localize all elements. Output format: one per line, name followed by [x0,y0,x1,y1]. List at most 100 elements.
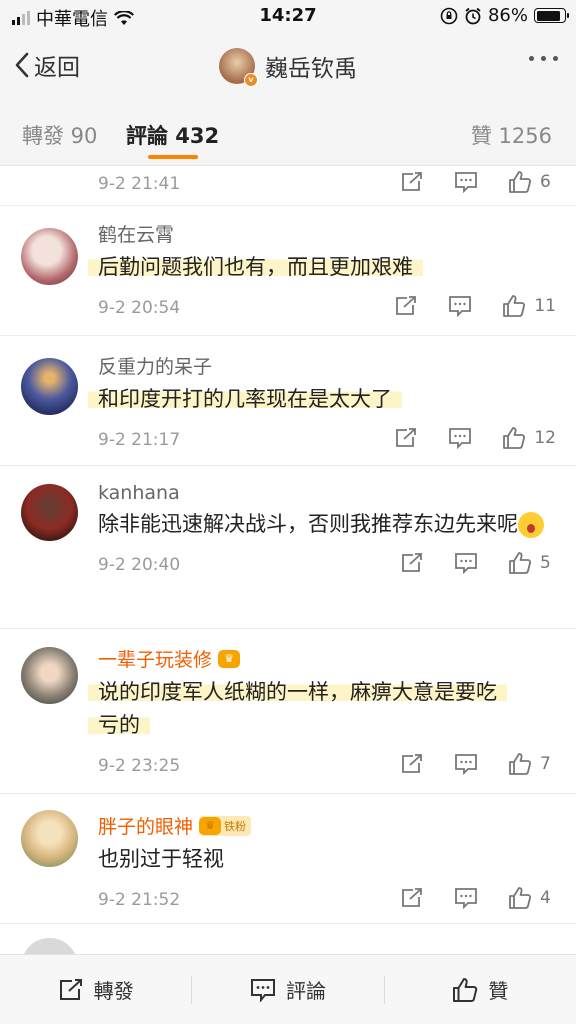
share-icon [402,172,422,191]
like-count: 6 [540,172,551,192]
share-icon [402,553,422,572]
verified-icon: v [244,73,258,87]
crown-icon: ♛ [199,816,222,835]
comment-text-content: 后勤问题我们也有，而且更加艰难 [88,255,423,279]
share-icon [402,754,422,773]
user-avatar[interactable] [21,358,78,415]
reply-button[interactable] [448,295,472,317]
like-count: 5 [540,553,551,573]
tab-comments[interactable]: 評論 432 [126,120,219,150]
comment-icon [250,978,275,1002]
reply-button[interactable] [454,753,478,775]
thumbs-up-icon [509,552,532,574]
comment-time: 9-2 20:40 [98,555,181,575]
like-post-button[interactable]: 贊 [385,975,576,1004]
like-count: 4 [540,888,551,908]
repost-comment-button[interactable] [400,887,424,909]
comment-time: 9-2 21:17 [98,430,181,450]
reply-button[interactable] [448,427,472,449]
thumbs-up-icon [509,887,532,909]
alarm-icon [465,7,481,24]
comment-icon [449,428,472,449]
repost-comment-button[interactable] [400,171,424,193]
like-button[interactable]: 7 [508,752,556,776]
comment-icon [455,888,477,909]
comment-icon [449,296,472,317]
comment-text: 说的印度军人纸糊的一样，麻痹大意是要吃 亏的 [88,676,556,742]
reply-button[interactable] [454,552,478,574]
share-icon [59,978,82,1000]
thumbs-up-icon [503,295,526,317]
reply-button[interactable] [454,887,478,909]
tab-likes[interactable]: 贊 1256 [471,120,552,150]
comment-item: 9-2 21:41 6 [0,166,576,206]
author-name: 巍岳钦禹 [265,56,357,82]
user-name-label: 胖子的眼神 [98,816,194,838]
user-avatar[interactable] [21,484,78,541]
like-count: 11 [534,296,556,316]
like-button[interactable]: 5 [508,551,556,575]
like-button[interactable]: 11 [502,294,556,318]
share-icon [396,428,417,447]
status-bar: 中華電信 14:27 86% [0,0,576,34]
user-avatar[interactable] [21,810,78,867]
fan-badge: ♛ 铁粉 [199,815,252,836]
repost-comment-button[interactable] [394,427,418,449]
comment-list[interactable]: 9-2 21:41 6 鹤在云霄 后勤问题我们也有，而且更加艰难 9-2 20:… [0,166,576,954]
fan-badge-label: 铁粉 [224,819,247,833]
thumbs-up-icon [509,753,532,775]
reply-button[interactable] [454,171,478,193]
tab-bar: 轉發 90 評論 432 贊 1256 [0,98,576,166]
comment-button[interactable]: 評論 [192,975,383,1004]
orientation-lock-icon [440,7,458,24]
like-label: 贊 [488,979,509,1003]
repost-label: 轉發 [93,979,134,1003]
like-button[interactable]: 4 [508,886,556,910]
comment-text-content: 亏的 [88,713,150,737]
comment-icon [455,553,477,574]
author-avatar[interactable]: v [219,48,258,87]
comment-item [0,924,576,954]
more-button[interactable] [529,56,558,61]
repost-comment-button[interactable] [394,295,418,317]
tab-repost[interactable]: 轉發 90 [22,120,97,150]
comment-text-content: 和印度开打的几率现在是太大了 [88,387,402,411]
bottom-action-bar: 轉發 評論 贊 [0,954,576,1024]
comment-text: 除非能迅速解决战斗，否则我推荐东边先来呢 [98,508,556,541]
user-avatar[interactable] [21,938,78,954]
tab-indicator [148,155,198,159]
thumbs-up-icon [503,427,526,449]
user-name[interactable]: 胖子的眼神 ♛ 铁粉 [98,812,556,839]
comment-text: 后勤问题我们也有，而且更加艰难 [88,251,556,284]
repost-comment-button[interactable] [400,552,424,574]
user-avatar[interactable] [21,228,78,285]
share-icon [396,296,417,315]
comment-text-content: 除非能迅速解决战斗，否则我推荐东边先来呢 [98,512,518,536]
nav-title[interactable]: v 巍岳钦禹 [0,48,576,87]
shocked-emoji-icon [518,512,544,538]
user-name-label: 一辈子玩装修 [98,649,213,671]
crown-icon: ♛ [218,649,241,668]
battery-icon [534,8,569,23]
like-count: 12 [534,428,556,448]
comment-time: 9-2 21:41 [98,174,181,194]
user-name[interactable]: 反重力的呆子 [98,352,556,379]
comment-text: 也别过于轻视 [98,843,556,876]
comment-time: 9-2 23:25 [98,756,181,776]
user-name[interactable]: 鹤在云霄 [98,220,556,247]
like-button[interactable]: 12 [502,426,556,450]
nav-bar: 返回 v 巍岳钦禹 [0,34,576,98]
user-avatar[interactable] [21,647,78,704]
comment-time: 9-2 20:54 [98,298,181,318]
user-name[interactable]: kanhana [98,482,556,504]
user-name[interactable]: 一辈子玩装修 ♛ [98,645,556,672]
thumbs-up-icon [453,977,478,1002]
comment-item: 胖子的眼神 ♛ 铁粉 也别过于轻视 9-2 21:52 4 [0,794,576,924]
comment-item: 一辈子玩装修 ♛ 说的印度军人纸糊的一样，麻痹大意是要吃 亏的 9-2 23:25 … [0,629,576,794]
comment-label: 評論 [285,979,326,1003]
repost-button[interactable]: 轉發 [0,975,191,1004]
repost-comment-button[interactable] [400,753,424,775]
thumbs-up-icon [509,171,532,193]
like-button[interactable]: 6 [508,170,556,194]
battery-percent: 86% [487,5,528,26]
